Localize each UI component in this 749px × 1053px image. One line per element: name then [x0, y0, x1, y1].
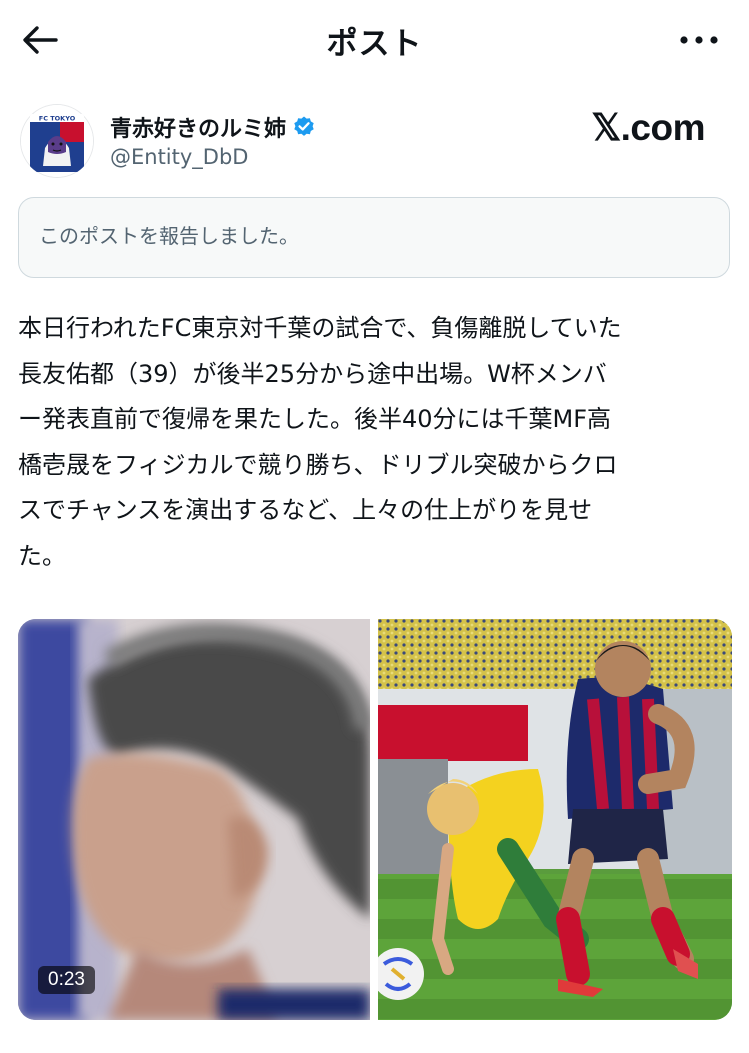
- verified-badge-icon: [294, 116, 314, 136]
- report-notice: このポストを報告しました。: [18, 197, 730, 278]
- match-action-image: [378, 619, 732, 1020]
- author-name[interactable]: 青赤好きのルミ姉: [110, 111, 316, 143]
- author-handle[interactable]: @Entity_DbD: [110, 145, 248, 169]
- avatar[interactable]: FC TOKYO: [20, 104, 94, 178]
- video-thumbnail[interactable]: 0:23: [18, 619, 370, 1020]
- post-text-line: た。: [18, 541, 66, 570]
- report-notice-text: このポストを報告しました。: [39, 224, 299, 248]
- post-text-line: 橋壱晟をフィジカルで競り勝ち、ドリブル突破からクロ: [18, 450, 618, 479]
- page-title: ポスト: [326, 26, 423, 62]
- post-text-line: 長友佑都（39）が後半25分から途中出場。W杯メンバ: [18, 359, 607, 388]
- match-photo[interactable]: [378, 619, 732, 1020]
- avatar-text: FC TOKYO: [39, 115, 76, 123]
- top-bar: ポスト: [0, 0, 749, 80]
- post-text-line: ー発表直前で復帰を果たした。後半40分には千葉MF高: [18, 405, 612, 433]
- post-text-line: 本日行われたFC東京対千葉の試合で、負傷離脱していた: [18, 314, 622, 342]
- x-com-logo: 𝕏.com: [591, 107, 705, 148]
- post-text: 本日行われたFC東京対千葉の試合で、負傷離脱していた 長友佑都（39）が後半25…: [18, 306, 732, 579]
- player-portrait-image: [18, 619, 370, 1020]
- post-text-line: スでチャンスを演出するなど、上々の仕上がりを見せ: [18, 496, 593, 524]
- video-duration-badge: 0:23: [38, 966, 95, 994]
- author-display-name: 青赤好きのルミ姉: [110, 117, 287, 142]
- more-options-button[interactable]: [675, 22, 723, 58]
- more-horizontal-icon: [680, 36, 718, 44]
- fc-tokyo-avatar-image: FC TOKYO: [21, 105, 93, 177]
- media-grid: 0:23: [18, 619, 732, 1020]
